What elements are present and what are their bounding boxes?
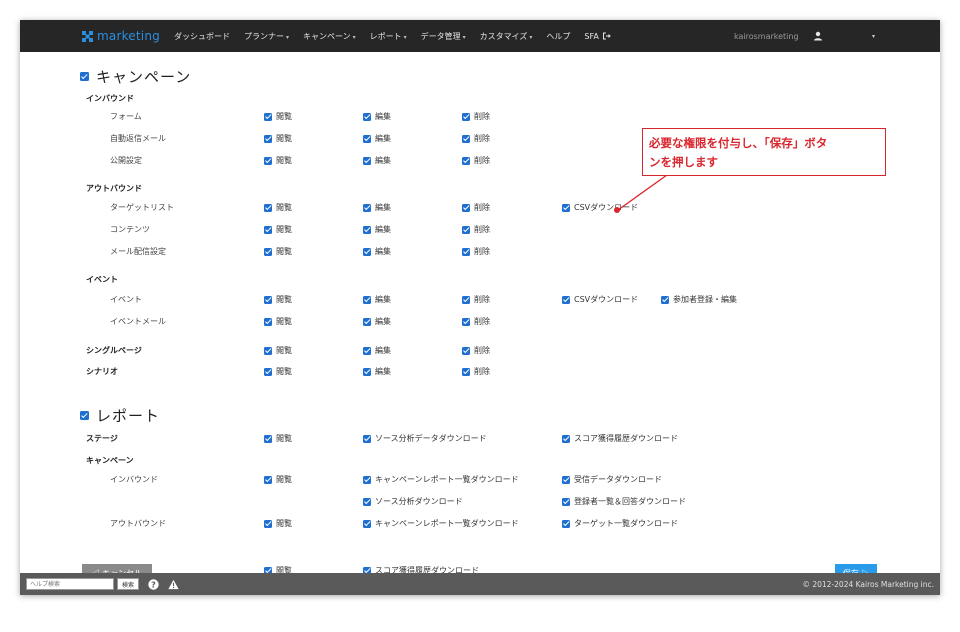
chevron-down-icon: ▾ (352, 33, 356, 41)
help-search-input[interactable] (26, 578, 114, 590)
username: kairosmarketing (734, 31, 799, 41)
nav-sfa[interactable]: SFA (584, 31, 611, 41)
svg-text:?: ? (151, 580, 156, 589)
user-icon (813, 31, 822, 41)
top-navbar: marketing ダッシュボード プランナー ▾ キャンペーン ▾ レポート ▾ デ… (20, 20, 940, 52)
chevron-down-icon: ▾ (403, 33, 407, 41)
annotation-line-2: ンを押します (649, 155, 718, 169)
footer-bar: 検索 ? © 2012-2024 Kairos Marketing inc. (20, 573, 940, 595)
nav-label: ダッシュボード (173, 31, 230, 41)
help-icon[interactable]: ? (148, 578, 159, 590)
nav-planner[interactable]: プランナー ▾ (244, 31, 289, 42)
nav-label: キャンペーン (302, 31, 351, 41)
nav-menu: ダッシュボード プランナー ▾ キャンペーン ▾ レポート ▾ データ管理 ▾ カスタマ… (174, 31, 625, 42)
chevron-down-icon: ▾ (872, 32, 876, 40)
annotation-line-1: 必要な権限を付与し、「保存」ボタ (649, 136, 828, 150)
nav-label: レポート (369, 31, 402, 41)
nav-dashboard[interactable]: ダッシュボード (174, 31, 230, 42)
logo-icon (82, 30, 93, 42)
chevron-down-icon: ▾ (529, 33, 533, 41)
app-logo[interactable]: marketing (82, 29, 160, 43)
warning-icon[interactable] (168, 579, 179, 590)
annotation-callout: 必要な権限を付与し、「保存」ボタ ンを押します (642, 128, 886, 176)
chevron-down-icon: ▾ (285, 33, 289, 41)
nav-customize[interactable]: カスタマイズ ▾ (480, 31, 533, 42)
help-search-button[interactable]: 検索 (117, 578, 140, 590)
chevron-down-icon: ▾ (462, 33, 466, 41)
nav-label: ヘルプ (546, 31, 571, 41)
user-menu[interactable]: kairosmarketing ▾ (734, 20, 875, 52)
nav-data-management[interactable]: データ管理 ▾ (421, 31, 466, 42)
app-name: marketing (97, 29, 160, 43)
app-window: marketing ダッシュボード プランナー ▾ キャンペーン ▾ レポート ▾ デ… (20, 20, 940, 595)
nav-help[interactable]: ヘルプ (546, 31, 570, 42)
nav-report[interactable]: レポート ▾ (370, 31, 407, 42)
cancel-button[interactable]: ◁ キャンセル (82, 564, 152, 573)
copyright-text: © 2012-2024 Kairos Marketing inc. (802, 579, 934, 589)
external-link-icon (602, 32, 611, 40)
nav-campaign[interactable]: キャンペーン ▾ (303, 31, 356, 42)
nav-label: カスタマイズ (479, 31, 528, 41)
nav-label: データ管理 (420, 31, 461, 41)
save-button[interactable]: 保存 ▷ (835, 564, 877, 573)
nav-label: SFA (584, 31, 599, 41)
permission-form: キャンペーン インバウンド フォーム 閲覧 編集 削除 自動返信メール 閲覧 編… (20, 52, 940, 573)
nav-label: プランナー (243, 31, 284, 41)
